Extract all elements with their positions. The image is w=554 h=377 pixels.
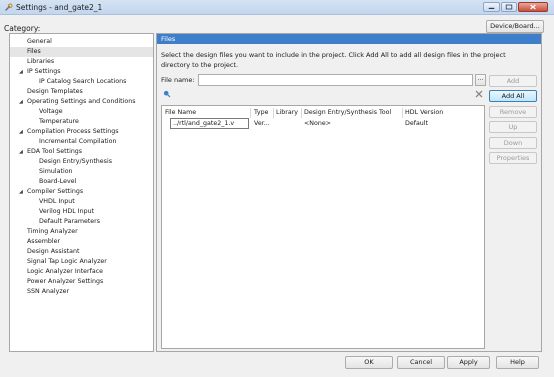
- column-separator: [301, 108, 302, 118]
- tree-item-simulation[interactable]: Simulation: [10, 167, 153, 177]
- tree-item-label: Libraries: [27, 58, 55, 65]
- up-button[interactable]: Up: [489, 121, 537, 133]
- file-name-label: File name:: [161, 76, 195, 84]
- tree-item-label: Simulation: [39, 168, 73, 175]
- tree-item-ip-settings[interactable]: ◢ IP Settings: [10, 67, 153, 77]
- minimize-icon[interactable]: [483, 2, 500, 12]
- panel-description: Select the design files you want to incl…: [161, 51, 506, 69]
- cancel-button[interactable]: Cancel: [397, 356, 445, 369]
- tree-item-eda-tool-settings[interactable]: ◢ EDA Tool Settings: [10, 147, 153, 157]
- device-board-button[interactable]: Device/Board...: [486, 20, 544, 33]
- tree-item-label: Verilog HDL Input: [39, 208, 95, 215]
- tree-item-power-analyzer-settings[interactable]: Power Analyzer Settings: [10, 277, 153, 287]
- wrench-icon: [4, 3, 13, 12]
- apply-button[interactable]: Apply: [447, 356, 490, 369]
- tree-item-label: Incremental Compilation: [39, 138, 117, 145]
- close-icon[interactable]: [518, 2, 548, 12]
- add-all-button[interactable]: Add All: [489, 90, 537, 102]
- tree-item-operating-settings-and-conditions[interactable]: ◢ Operating Settings and Conditions: [10, 97, 153, 107]
- window-title: Settings - and_gate2_1: [16, 3, 103, 12]
- file-name-input[interactable]: [198, 74, 473, 86]
- tree-item-label: Design Templates: [27, 88, 83, 95]
- help-button[interactable]: Help: [496, 356, 539, 369]
- maximize-icon[interactable]: [501, 2, 517, 12]
- tree-item-label: Assembler: [27, 238, 61, 245]
- tree-item-label: Files: [27, 48, 41, 55]
- tree-item-label: General: [27, 38, 52, 45]
- properties-button[interactable]: Properties: [489, 152, 537, 164]
- tree-item-general[interactable]: General: [10, 37, 153, 47]
- tree-item-verilog-hdl-input[interactable]: Verilog HDL Input: [10, 207, 153, 217]
- column-header-type[interactable]: Type: [254, 108, 268, 118]
- tree-item-label: Compilation Process Settings: [27, 128, 119, 135]
- column-header-tool[interactable]: Design Entry/Synthesis Tool: [304, 108, 391, 118]
- tree-item-assembler[interactable]: Assembler: [10, 237, 153, 247]
- tree-item-label: IP Settings: [27, 68, 61, 75]
- tree-item-label: IP Catalog Search Locations: [39, 78, 127, 85]
- tree-item-ssn-analyzer[interactable]: SSN Analyzer: [10, 287, 153, 297]
- files-panel: Files Select the design files you want t…: [156, 33, 542, 352]
- files-table[interactable]: File Name Type Library Design Entry/Synt…: [161, 105, 485, 349]
- tree-item-label: Design Entry/Synthesis: [39, 158, 112, 165]
- tree-item-label: Logic Analyzer Interface: [27, 268, 104, 275]
- tree-item-label: Default Parameters: [39, 218, 101, 225]
- column-separator: [250, 108, 251, 118]
- tree-item-vhdl-input[interactable]: VHDL Input: [10, 197, 153, 207]
- column-header-library[interactable]: Library: [276, 108, 298, 118]
- cell-hdl-version[interactable]: Default: [405, 119, 428, 129]
- tree-item-label: Voltage: [39, 108, 63, 115]
- cell-tool[interactable]: <None>: [304, 119, 331, 129]
- tree-item-label: Power Analyzer Settings: [27, 278, 104, 285]
- tree-item-incremental-compilation[interactable]: Incremental Compilation: [10, 137, 153, 147]
- tree-item-label: SSN Analyzer: [27, 288, 70, 295]
- tree-item-default-parameters[interactable]: Default Parameters: [10, 217, 153, 227]
- expand-arrow-icon[interactable]: ◢: [19, 67, 23, 77]
- browse-button[interactable]: ...: [475, 74, 486, 86]
- tree-item-design-assistant[interactable]: Design Assistant: [10, 247, 153, 257]
- tree-item-compiler-settings[interactable]: ◢ Compiler Settings: [10, 187, 153, 197]
- tree-item-design-templates[interactable]: Design Templates: [10, 87, 153, 97]
- tree-item-libraries[interactable]: Libraries: [10, 57, 153, 67]
- tree-item-temperature[interactable]: Temperature: [10, 117, 153, 127]
- down-button[interactable]: Down: [489, 137, 537, 149]
- tree-item-compilation-process-settings[interactable]: ◢ Compilation Process Settings: [10, 127, 153, 137]
- panel-header: Files: [157, 34, 541, 44]
- search-icon: [163, 90, 171, 98]
- remove-button[interactable]: Remove: [489, 106, 537, 118]
- category-label: Category:: [4, 24, 41, 33]
- tree-item-label: Board-Level: [39, 178, 77, 185]
- add-button[interactable]: Add: [489, 75, 537, 87]
- category-tree[interactable]: General Files Libraries ◢ IP Settings IP Cata…: [9, 33, 154, 352]
- title-bar: Settings - and_gate2_1: [0, 0, 554, 15]
- tree-item-label: Operating Settings and Conditions: [27, 98, 136, 105]
- tree-item-label: EDA Tool Settings: [27, 148, 83, 155]
- column-separator: [273, 108, 274, 118]
- tree-item-label: Design Assistant: [27, 248, 80, 255]
- tree-item-ip-catalog-search-locations[interactable]: IP Catalog Search Locations: [10, 77, 153, 87]
- tree-item-timing-analyzer[interactable]: Timing Analyzer: [10, 227, 153, 237]
- tree-item-label: VHDL Input: [39, 198, 75, 205]
- expand-arrow-icon[interactable]: ◢: [19, 127, 23, 137]
- cell-file-name[interactable]: ../rtl/and_gate2_1.v: [173, 119, 234, 129]
- cell-type[interactable]: Ver...: [254, 119, 270, 129]
- tree-item-logic-analyzer-interface[interactable]: Logic Analyzer Interface: [10, 267, 153, 277]
- ok-button[interactable]: OK: [345, 356, 393, 369]
- tree-item-label: Compiler Settings: [27, 188, 84, 195]
- tree-item-files[interactable]: Files: [10, 47, 153, 57]
- tree-item-board-level[interactable]: Board-Level: [10, 177, 153, 187]
- expand-arrow-icon[interactable]: ◢: [19, 97, 23, 107]
- clear-icon[interactable]: [475, 90, 483, 98]
- settings-window: Settings - and_gate2_1 Category: Device/…: [0, 0, 554, 377]
- tree-item-label: Signal Tap Logic Analyzer: [27, 258, 107, 265]
- expand-arrow-icon[interactable]: ◢: [19, 187, 23, 197]
- expand-arrow-icon[interactable]: ◢: [19, 147, 23, 157]
- column-header-hdl-version[interactable]: HDL Version: [405, 108, 443, 118]
- tree-item-label: Timing Analyzer: [27, 228, 78, 235]
- tree-item-label: Temperature: [39, 118, 79, 125]
- column-separator: [402, 108, 403, 118]
- column-header-file-name[interactable]: File Name: [165, 108, 196, 118]
- tree-item-voltage[interactable]: Voltage: [10, 107, 153, 117]
- tree-item-design-entry-synthesis[interactable]: Design Entry/Synthesis: [10, 157, 153, 167]
- tree-item-signal-tap-logic-analyzer[interactable]: Signal Tap Logic Analyzer: [10, 257, 153, 267]
